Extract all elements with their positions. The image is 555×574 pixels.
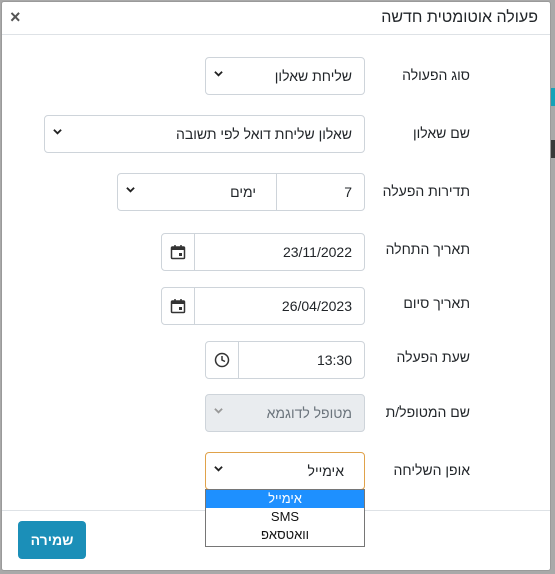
dialog-titlebar: פעולה אוטומטית חדשה ×	[2, 2, 550, 35]
start-date-picker-button[interactable]	[162, 234, 195, 270]
frequency-label: תדירות הפעלה	[382, 183, 470, 199]
patient-name-select: מטופל לדוגמא	[205, 394, 365, 432]
action-type-value: שליחת שאלון	[274, 68, 352, 84]
send-method-value: אימייל	[307, 463, 344, 479]
run-time-label: שעת הפעלה	[396, 349, 471, 365]
end-date-value: 26/04/2023	[281, 298, 352, 314]
run-time-value: 13:30	[316, 352, 352, 368]
send-method-select[interactable]: אימייל	[205, 452, 365, 490]
action-type-label: סוג הפעולה	[402, 67, 470, 83]
patient-name-placeholder: מטופל לדוגמא	[266, 405, 352, 421]
send-method-option-sms[interactable]: SMS	[206, 508, 364, 526]
calendar-icon	[170, 245, 186, 260]
start-date-input[interactable]: 23/11/2022	[161, 233, 365, 271]
send-method-option-whatsapp[interactable]: וואטסאפ	[206, 526, 364, 544]
frequency-number-value: 7	[344, 184, 352, 200]
chevron-down-icon	[214, 408, 223, 414]
chevron-down-icon	[53, 129, 62, 135]
start-date-value: 23/11/2022	[282, 244, 352, 260]
calendar-icon	[170, 299, 186, 314]
clock-icon	[214, 352, 230, 368]
close-icon[interactable]: ×	[10, 7, 21, 27]
chevron-down-icon	[214, 71, 223, 77]
questionnaire-select[interactable]: שאלון שליחת דואל לפי תשובה	[44, 115, 365, 153]
frequency-number-input[interactable]: 7	[276, 173, 365, 211]
frequency-unit-select[interactable]: ימים	[117, 173, 277, 211]
new-automatic-action-dialog: פעולה אוטומטית חדשה × סוג הפעולה שליחת ש…	[1, 1, 551, 571]
run-time-input[interactable]: 13:30	[205, 341, 365, 379]
end-date-input[interactable]: 26/04/2023	[161, 287, 365, 325]
start-date-label: תאריך התחלה	[385, 241, 470, 257]
action-type-select[interactable]: שליחת שאלון	[205, 57, 365, 95]
end-date-picker-button[interactable]	[162, 288, 195, 324]
patient-name-label: שם המטופל/ת	[385, 404, 470, 420]
save-button[interactable]: שמירה	[18, 521, 86, 559]
questionnaire-label: שם שאלון	[412, 125, 470, 141]
send-method-dropdown: אימייל SMS וואטסאפ	[205, 489, 365, 547]
end-date-label: תאריך סיום	[403, 295, 470, 311]
dialog-title: פעולה אוטומטית חדשה	[381, 9, 538, 26]
send-method-option-email[interactable]: אימייל	[206, 490, 364, 508]
chevron-down-icon	[214, 466, 223, 472]
chevron-down-icon	[126, 187, 135, 193]
time-picker-button[interactable]	[206, 342, 239, 378]
frequency-unit-value: ימים	[230, 184, 256, 200]
questionnaire-value: שאלון שליחת דואל לפי תשובה	[176, 126, 352, 142]
send-method-label: אופן השליחה	[393, 462, 470, 478]
